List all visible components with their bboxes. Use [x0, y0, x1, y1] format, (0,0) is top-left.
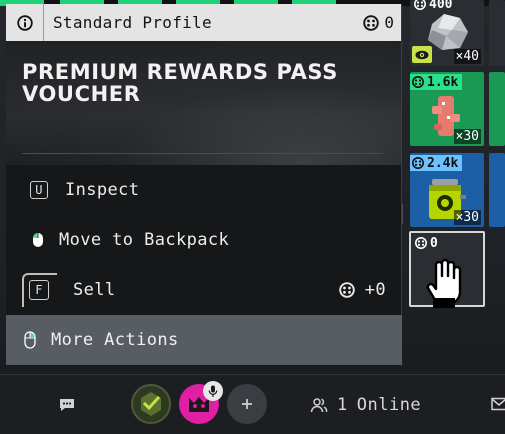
currency-token-icon [338, 282, 355, 298]
move-to-backpack-action[interactable]: Move to Backpack [6, 215, 402, 265]
action-label: More Actions [51, 330, 179, 350]
slot-price: 0 [413, 235, 442, 251]
microphone-icon [203, 381, 223, 401]
bottom-bar: 1 Online [0, 374, 505, 434]
sell-action[interactable]: F Sell +0 [6, 265, 402, 315]
profile-title: Standard Profile [53, 13, 212, 32]
item-context-panel: Standard Profile 0 PREMIUM REWARDS PASS … [6, 4, 402, 366]
mouse-left-click-icon [33, 233, 43, 247]
inventory-slot-pink-item[interactable]: 1.6k ×30 [410, 72, 484, 146]
hold-key-indicator: F [22, 273, 57, 307]
currency-token-icon [415, 237, 427, 249]
currency-token-icon [412, 157, 424, 169]
hand-cursor-icon [426, 258, 462, 308]
game-screen: 400 ×40 1.6k ×30 2.4k ×30 0 Standard Pro… [0, 0, 505, 434]
inspect-action[interactable]: U Inspect [6, 165, 402, 215]
keycap-icon: U [30, 181, 48, 199]
slot-price: 1.6k [410, 74, 463, 90]
action-label: Sell [73, 280, 116, 300]
chat-icon[interactable] [56, 395, 78, 415]
divider [22, 153, 383, 154]
currency-token-icon [363, 14, 380, 31]
online-count: 1 [337, 395, 348, 415]
online-label: Online [356, 395, 422, 415]
plus-icon [242, 399, 252, 409]
mail-icon[interactable] [491, 397, 505, 411]
item-name: PREMIUM REWARDS PASS VOUCHER [22, 60, 338, 106]
slot-quantity: ×30 [453, 129, 481, 144]
eye-icon [412, 46, 432, 63]
currency-token-icon [414, 0, 426, 10]
sell-price: +0 [338, 280, 386, 300]
profile-balance: 0 [363, 13, 401, 32]
inventory-slot-partial[interactable] [489, 72, 505, 146]
item-hero: PREMIUM REWARDS PASS VOUCHER [6, 41, 401, 165]
inventory-slot-canister-item[interactable]: 2.4k ×30 [410, 153, 484, 227]
balance-value: 0 [384, 13, 394, 32]
action-list: U Inspect Move to Backpack F Sell +0 Mor… [6, 165, 402, 365]
action-label: Inspect [65, 180, 140, 200]
action-label: Move to Backpack [59, 230, 230, 250]
more-actions-action[interactable]: More Actions [6, 315, 402, 365]
slot-quantity: ×30 [453, 210, 481, 225]
users-icon [310, 398, 328, 413]
online-status[interactable]: 1 Online [310, 395, 421, 415]
inventory-slot-partial[interactable] [489, 0, 505, 66]
currency-token-icon [412, 76, 424, 88]
profile-header: Standard Profile 0 [6, 4, 401, 41]
slot-quantity: ×40 [453, 49, 481, 64]
checkmark-emblem-icon [141, 392, 161, 416]
inventory-slot-partial[interactable] [489, 153, 505, 227]
inventory-slot-silver-item[interactable]: 400 ×40 [410, 0, 484, 66]
avatar[interactable] [131, 384, 171, 424]
mouse-right-click-icon [24, 331, 36, 349]
slot-price: 2.4k [410, 155, 463, 171]
add-friend-button[interactable] [227, 384, 267, 424]
keycap-icon: F [29, 280, 49, 300]
info-circle-icon[interactable] [6, 4, 44, 41]
sell-price-value: +0 [364, 280, 386, 300]
